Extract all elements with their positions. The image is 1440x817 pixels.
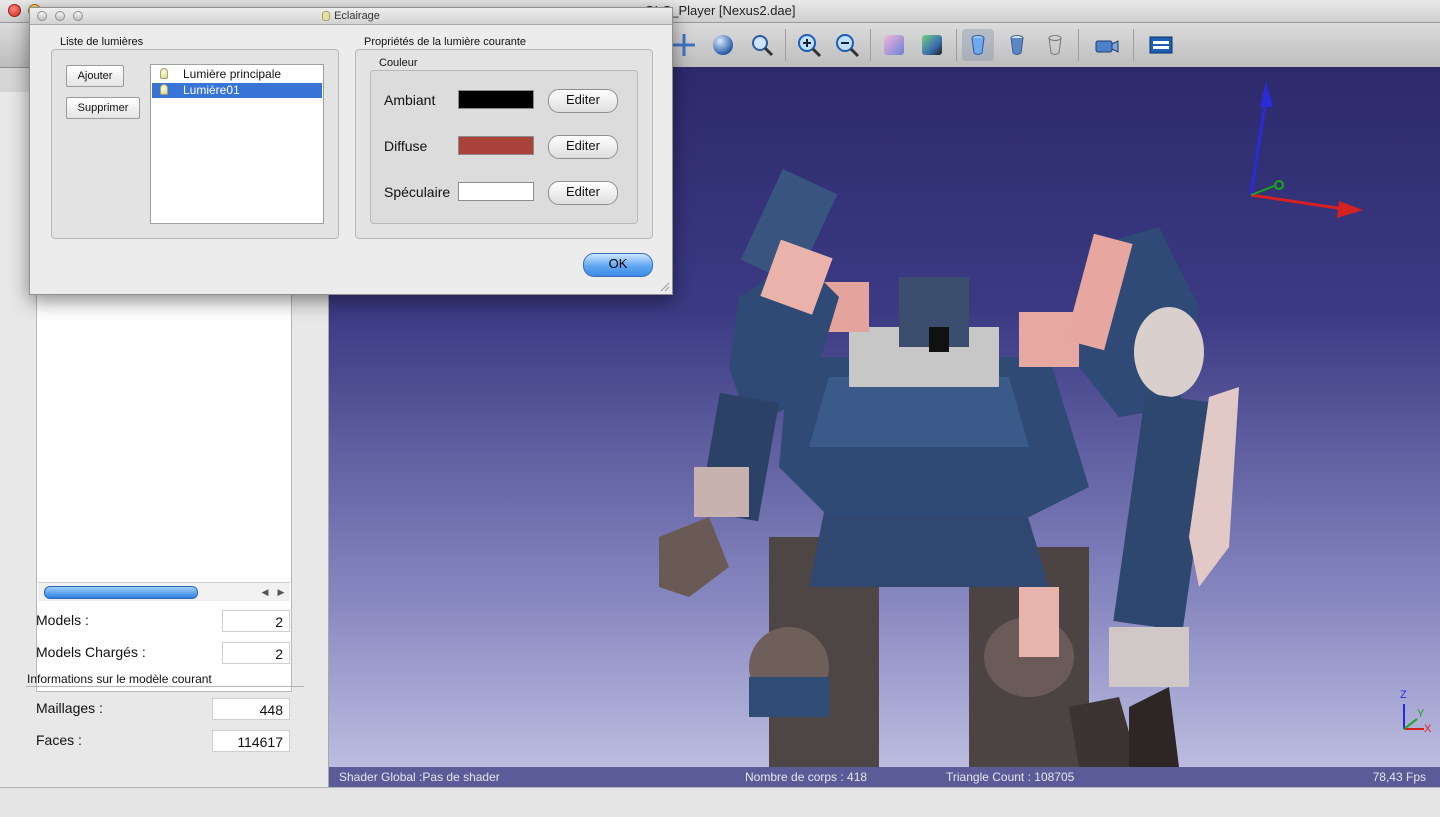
window-bottom-band [0,787,1440,817]
light-list-item-selected[interactable]: Lumière01 [152,83,322,98]
axis-y-label: Y [1417,708,1425,720]
add-light-button[interactable]: Ajouter [66,65,124,87]
model-list-hscrollbar[interactable]: ◀ ▶ [38,582,290,601]
specular-color-swatch [458,182,534,201]
shading-icon[interactable] [878,29,910,61]
edit-specular-button[interactable]: Editer [548,181,618,205]
light-list-item[interactable]: Lumière principale [152,67,322,82]
meshes-value: 448 [212,698,290,720]
triangle-count-status: Triangle Count : 108705 [946,770,1075,784]
loaded-models-label: Models Chargés : [36,644,146,660]
specular-label: Spéculaire [384,184,451,200]
color-group-label: Couleur [379,57,418,69]
models-value: 2 [222,610,290,632]
dialog-title: Eclairage [334,10,380,22]
dialog-titlebar: Eclairage [30,8,672,25]
dialog-minimize-button[interactable] [55,11,65,21]
axis-x-label: X [1424,723,1432,735]
dialog-zoom-button[interactable] [73,11,83,21]
lightbulb-icon [160,84,168,95]
dialog-close-button[interactable] [37,11,47,21]
ok-button[interactable]: OK [583,253,653,277]
lights-group-label: Liste de lumières [60,36,144,48]
meshes-label: Maillages : [36,700,103,716]
faces-value: 114617 [212,730,290,752]
lighting-dialog: Eclairage Liste de lumières Ajouter Supp… [29,7,673,295]
fps-status: 78,43 Fps [1372,770,1426,784]
axis-z-label: Z [1400,689,1407,701]
resize-grip-icon[interactable] [660,282,670,292]
body-count-status: Nombre de corps : 418 [745,770,868,784]
scroll-right-arrow-icon[interactable]: ▶ [276,585,286,599]
ambient-color-swatch [458,90,534,109]
window-close-button[interactable] [8,4,21,17]
current-model-info-heading: Informations sur le modèle courant [27,672,212,686]
remove-light-button[interactable]: Supprimer [66,97,140,119]
diffuse-color-swatch [458,136,534,155]
faces-label: Faces : [36,732,82,748]
scrollbar-thumb[interactable] [44,586,198,599]
shader-status: Shader Global :Pas de shader [339,770,500,784]
cylinder-outline-icon[interactable] [1001,29,1033,61]
edit-diffuse-button[interactable]: Editer [548,135,618,159]
loaded-models-value: 2 [222,642,290,664]
scroll-left-arrow-icon[interactable]: ◀ [260,585,270,599]
lightbulb-icon [160,68,168,79]
zoom-region-icon[interactable] [746,29,778,61]
ambient-label: Ambiant [384,92,436,108]
camera-settings-icon[interactable] [1090,29,1122,61]
divider [26,686,304,687]
diffuse-label: Diffuse [384,138,428,154]
models-label: Models : [36,612,89,628]
cylinder-wire-icon[interactable] [1039,29,1071,61]
properties-group-label: Propriétés de la lumière courante [364,36,527,48]
light-list[interactable]: Lumière principale Lumière01 [150,64,324,224]
orbit-icon[interactable] [707,29,739,61]
edit-ambient-button[interactable]: Editer [548,89,618,113]
zoom-out-icon[interactable] [831,29,863,61]
viewport-status-bar: Shader Global :Pas de shader Nombre de c… [329,767,1440,787]
lightbulb-icon [322,11,331,22]
properties-icon[interactable] [1145,29,1177,61]
cylinder-blue-icon[interactable] [962,29,994,61]
axis-gizmo [1249,81,1363,218]
texture-icon[interactable] [916,29,948,61]
zoom-in-icon[interactable] [793,29,825,61]
